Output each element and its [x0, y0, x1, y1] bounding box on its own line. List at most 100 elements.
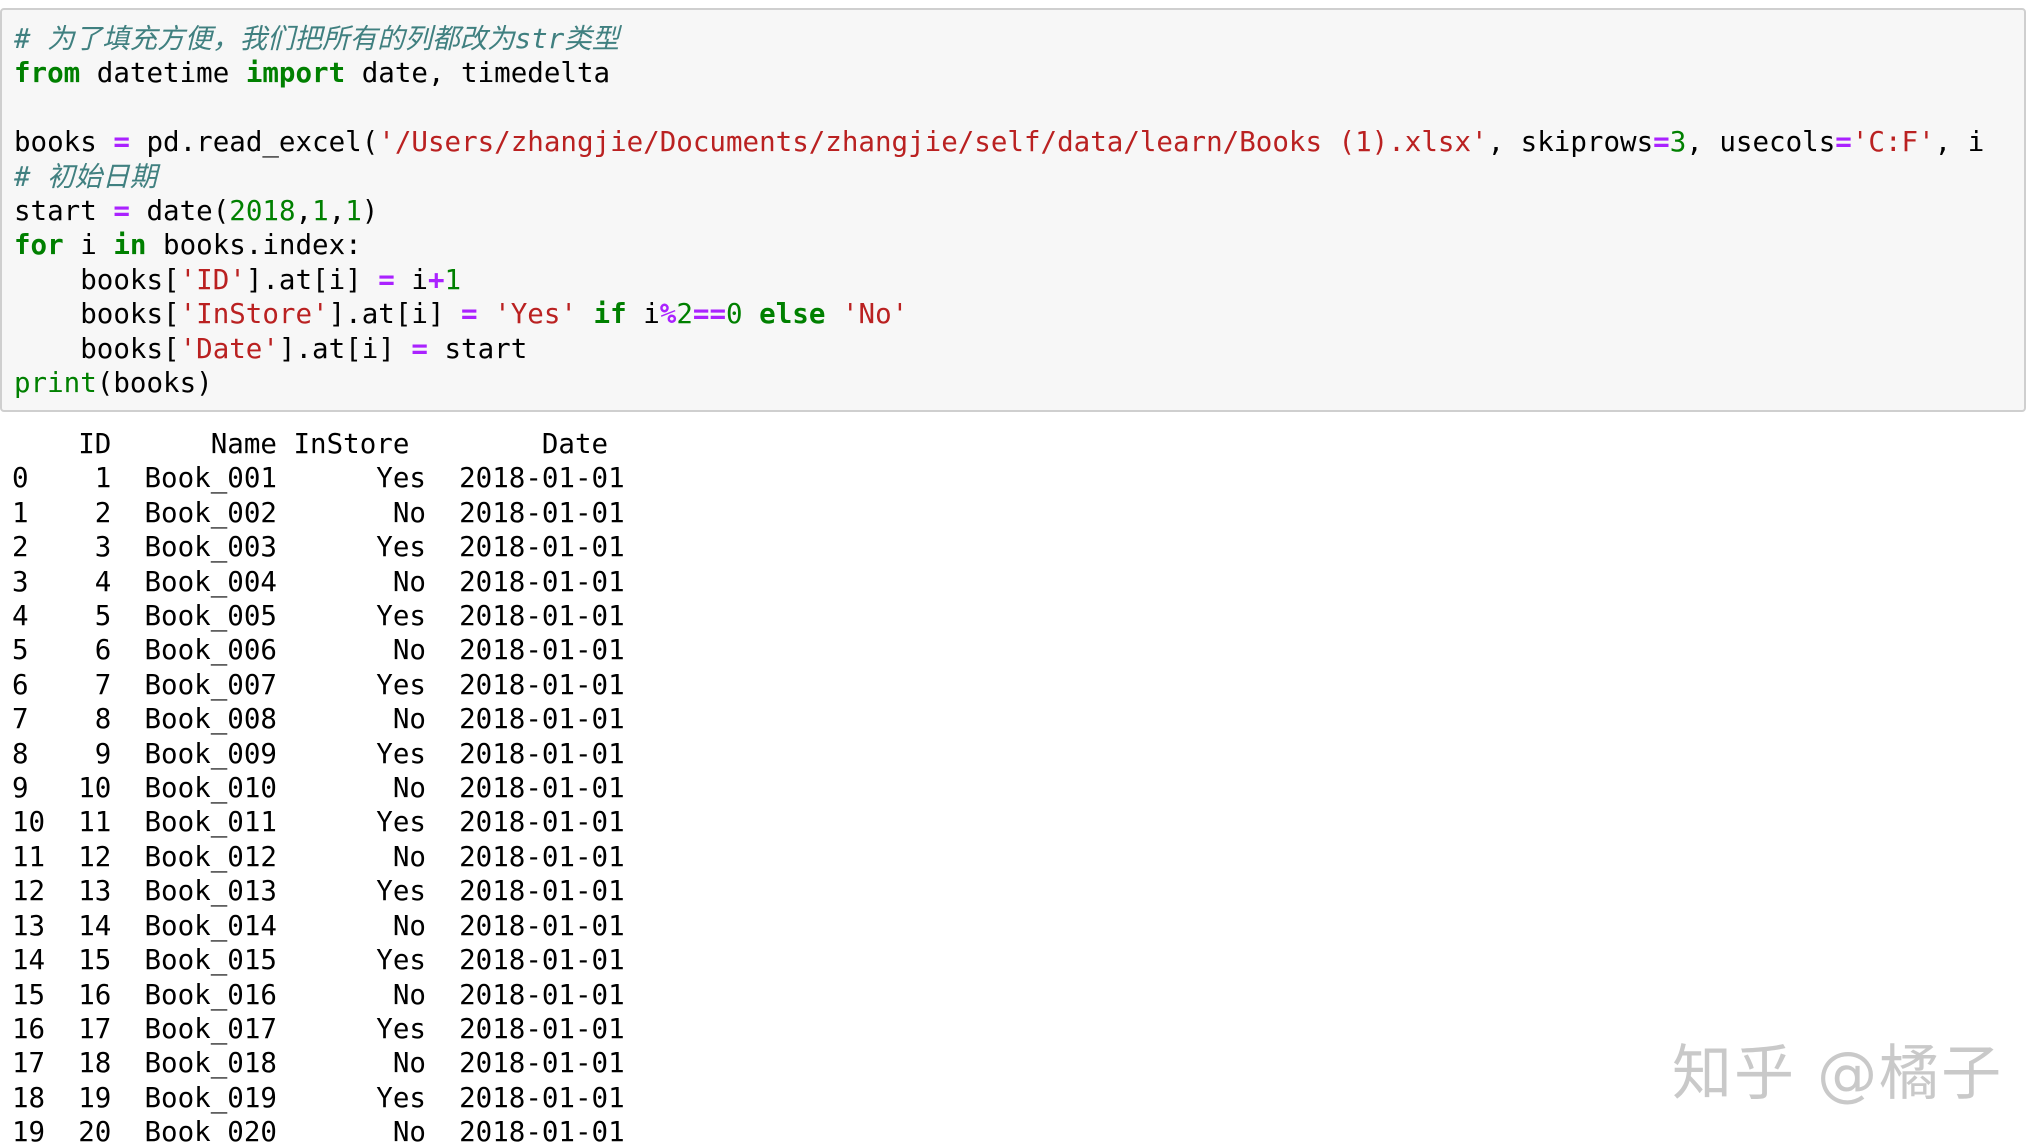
number-literal: 2: [676, 298, 693, 331]
cell-instore: Yes: [376, 944, 426, 977]
code-editor[interactable]: # 为了填充方便，我们把所有的列都改为str类型 from datetime i…: [14, 22, 1984, 400]
cell-id: 6: [78, 634, 112, 667]
row-index: 0: [12, 462, 46, 495]
row-index: 12: [12, 875, 46, 908]
number-literal: 1: [444, 263, 462, 296]
cell-name: Book_020: [144, 1116, 277, 1146]
keyword-import: import: [245, 57, 346, 90]
cell-name: Book_004: [144, 565, 277, 598]
cell-date: 2018-01-01: [459, 531, 625, 564]
plus-operator: +: [427, 263, 445, 296]
skiprows-param: , skiprows: [1487, 126, 1654, 159]
cell-name: Book_010: [144, 772, 277, 805]
cell-instore: Yes: [376, 737, 426, 770]
table-row: 9 10 Book_010 No 2018-01-01: [12, 772, 625, 804]
column-header-id: ID: [78, 428, 112, 460]
assign-operator: =: [113, 195, 130, 228]
column-key-string: 'Date': [179, 332, 279, 365]
column-header-name: Name: [210, 428, 277, 460]
cell-date: 2018-01-01: [459, 496, 625, 529]
table-row: 5 6 Book_006 No 2018-01-01: [12, 634, 625, 666]
table-row: 14 15 Book_015 Yes 2018-01-01: [12, 944, 625, 976]
column-key-string: 'ID': [179, 263, 246, 296]
year-number: 2018: [229, 195, 296, 228]
cell-id: 4: [78, 565, 112, 598]
cell-name: Book_006: [144, 634, 277, 667]
row-index: 4: [12, 600, 46, 633]
print-argument: (books): [96, 367, 213, 400]
code-input-cell[interactable]: # 为了填充方便，我们把所有的列都改为str类型 from datetime i…: [0, 8, 2026, 412]
cell-instore: No: [376, 1116, 426, 1146]
cell-instore: Yes: [376, 462, 426, 495]
table-row: 11 12 Book_012 No 2018-01-01: [12, 841, 625, 873]
cell-name: Book_002: [144, 496, 277, 529]
module-name: datetime: [96, 57, 230, 90]
row-index: 16: [12, 1012, 46, 1045]
cell-instore: No: [376, 772, 426, 805]
output-rows: 0 1 Book_001 Yes 2018-01-01 1 2 Book_002…: [12, 462, 625, 1146]
cell-instore: Yes: [376, 668, 426, 701]
cell-name: Book_016: [144, 978, 277, 1011]
keyword-in: in: [113, 229, 147, 262]
table-row: 10 11 Book_011 Yes 2018-01-01: [12, 806, 625, 838]
table-row: 0 1 Book_001 Yes 2018-01-01: [12, 462, 625, 494]
no-string: 'No': [841, 298, 909, 331]
row-index: 19: [12, 1116, 46, 1146]
cell-instore: No: [376, 703, 426, 736]
cell-date: 2018-01-01: [459, 944, 625, 977]
cell-instore: Yes: [376, 600, 426, 633]
row-index: 2: [12, 531, 46, 564]
cell-id: 18: [78, 1047, 112, 1080]
cell-date: 2018-01-01: [459, 875, 625, 908]
row-index: 5: [12, 634, 46, 667]
variable-books: books: [14, 126, 97, 159]
cell-name: Book_014: [144, 909, 277, 942]
table-row: 2 3 Book_003 Yes 2018-01-01: [12, 531, 625, 563]
rhs-variable: i: [394, 263, 428, 296]
cell-instore: No: [376, 634, 426, 667]
row-index: 1: [12, 496, 46, 529]
cell-name: Book_017: [144, 1012, 277, 1045]
cell-instore: No: [376, 565, 426, 598]
table-row: 7 8 Book_008 No 2018-01-01: [12, 703, 625, 735]
cell-name: Book_005: [144, 600, 277, 633]
cell-name: Book_013: [144, 875, 277, 908]
cell-date: 2018-01-01: [459, 1081, 625, 1114]
row-index: 10: [12, 806, 46, 839]
cell-instore: Yes: [376, 1081, 426, 1114]
column-header-instore: InStore: [293, 428, 410, 460]
cell-instore: No: [376, 840, 426, 873]
import-names: date, timedelta: [361, 57, 611, 90]
cell-name: Book_019: [144, 1081, 277, 1114]
table-row: 18 19 Book_019 Yes 2018-01-01: [12, 1082, 625, 1114]
cell-id: 13: [78, 875, 112, 908]
cell-name: Book_003: [144, 531, 277, 564]
cell-instore: No: [376, 496, 426, 529]
read-excel-call: pd.read_excel(: [146, 126, 379, 159]
cell-id: 5: [78, 600, 112, 633]
cell-date: 2018-01-01: [459, 462, 625, 495]
cell-name: Book_015: [144, 944, 277, 977]
at-accessor: ].at[i]: [278, 332, 412, 365]
assign-operator: =: [411, 332, 428, 365]
cell-id: 15: [78, 944, 112, 977]
cell-date: 2018-01-01: [459, 703, 625, 736]
keyword-else: else: [759, 298, 826, 331]
output-header-row: ID Name InStore Date: [12, 428, 608, 460]
cell-instore: Yes: [376, 1012, 426, 1045]
equality-operator: ==: [692, 298, 727, 331]
keyword-if: if: [593, 298, 627, 331]
date-call: date(: [146, 195, 230, 228]
cell-date: 2018-01-01: [459, 634, 625, 667]
truncated-args: , i: [1934, 126, 1985, 159]
modulo-operator: %: [659, 298, 677, 331]
table-row: 17 18 Book_018 No 2018-01-01: [12, 1047, 625, 1079]
close-paren: ): [361, 195, 379, 228]
cell-instore: Yes: [376, 806, 426, 839]
cell-date: 2018-01-01: [459, 978, 625, 1011]
cell-id: 9: [78, 737, 112, 770]
cell-id: 16: [78, 978, 112, 1011]
usecols-value: 'C:F': [1851, 126, 1935, 159]
table-row: 6 7 Book_007 Yes 2018-01-01: [12, 669, 625, 701]
subscript-open: books[: [14, 332, 180, 365]
